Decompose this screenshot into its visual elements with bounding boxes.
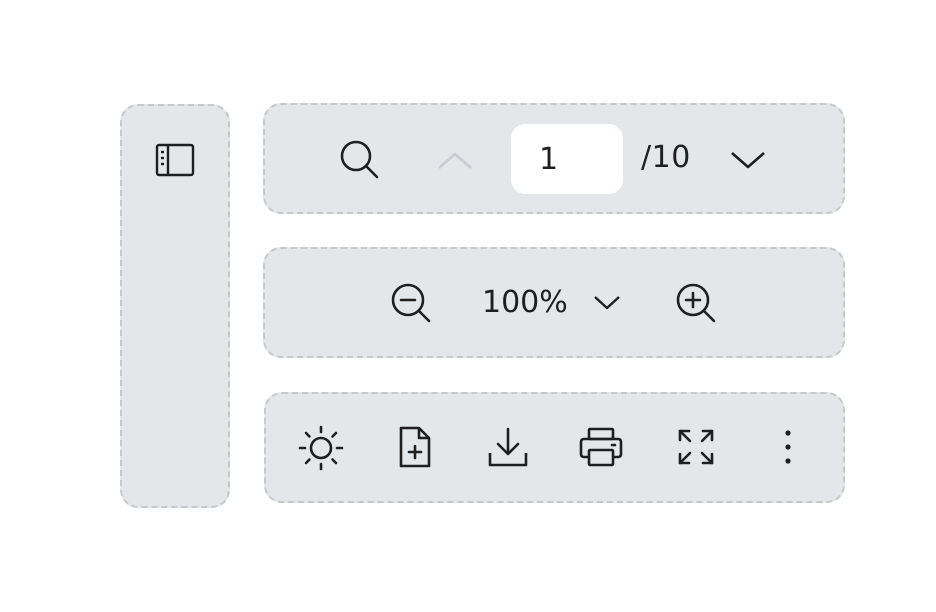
zoom-level-value: 100%: [482, 285, 568, 320]
chevron-down-icon: [731, 152, 765, 169]
more-options-button[interactable]: [776, 424, 800, 470]
expand-icon: [678, 429, 714, 465]
download-button[interactable]: [485, 424, 531, 470]
zoom-level-select[interactable]: 100%: [482, 281, 622, 325]
next-page-button[interactable]: [726, 144, 770, 176]
download-icon: [488, 427, 528, 467]
theme-toggle-button[interactable]: [297, 424, 345, 472]
search-icon: [340, 140, 379, 179]
zoom-out-button[interactable]: [388, 280, 434, 326]
file-plus-icon: [399, 426, 431, 468]
sun-icon: [298, 425, 344, 471]
search-button[interactable]: [336, 136, 382, 182]
page-number-input[interactable]: [511, 124, 623, 194]
sidebar-panel-icon: [155, 143, 195, 177]
previous-page-button[interactable]: [432, 140, 478, 180]
fullscreen-button[interactable]: [673, 424, 719, 470]
print-button[interactable]: [577, 424, 625, 470]
total-pages-label: /10: [641, 140, 691, 175]
zoom-in-icon: [676, 283, 716, 323]
printer-icon: [579, 427, 623, 467]
zoom-in-button[interactable]: [673, 280, 719, 326]
sidebar-toggle-button[interactable]: [152, 140, 198, 180]
pdf-viewer-toolbar: /10 100%: [0, 0, 936, 612]
add-document-button[interactable]: [394, 424, 436, 470]
zoom-out-icon: [391, 283, 431, 323]
actions-panel: [264, 392, 845, 503]
more-vertical-icon: [785, 430, 791, 464]
chevron-down-icon: [593, 296, 620, 310]
chevron-up-icon: [438, 152, 472, 169]
